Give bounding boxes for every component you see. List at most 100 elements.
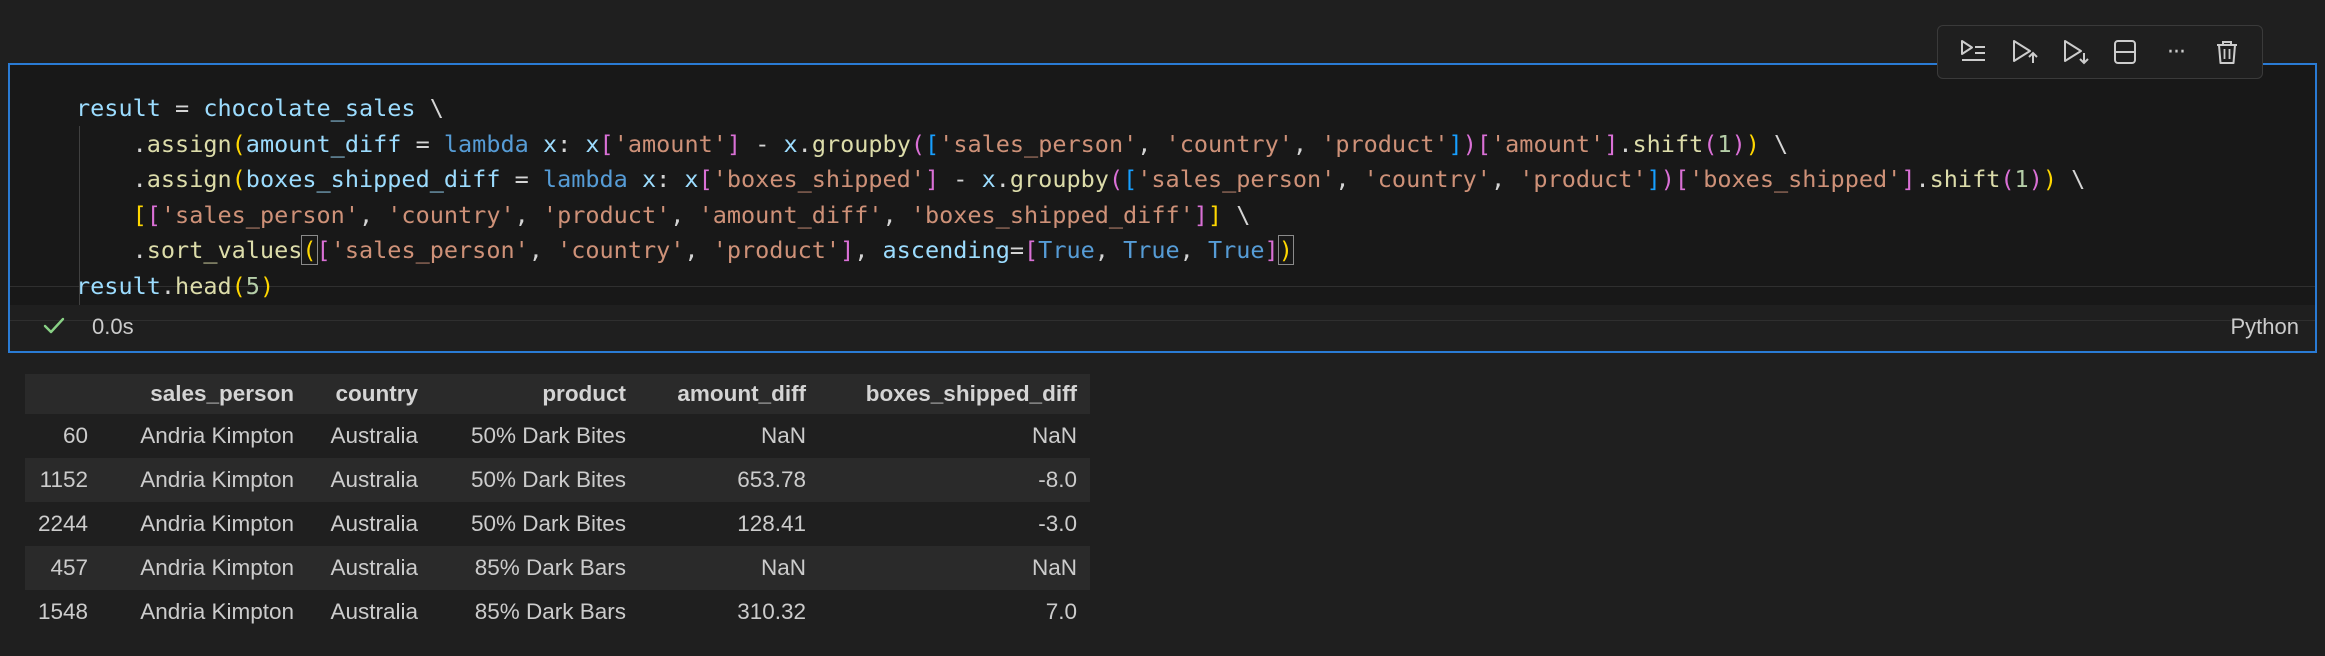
row-index: 1548: [38, 599, 89, 624]
code-line[interactable]: .assign(amount_diff = lambda x: x['amoun…: [76, 127, 2085, 163]
code-token: ,: [1490, 165, 1520, 193]
code-token: ]: [1901, 165, 1916, 193]
table-row: 457 Andria Kimpton Australia 85% Dark Bars N…: [25, 546, 1091, 590]
run-by-line-icon: [1961, 40, 1986, 61]
code-token: 'boxes_shipped': [712, 165, 925, 193]
execute-above-icon: [2012, 40, 2038, 63]
code-token: ,: [670, 200, 699, 229]
code-token: ): [2028, 165, 2043, 193]
code-token: ,: [1335, 165, 1364, 193]
code-token: ): [1660, 165, 1675, 193]
code-token: [: [599, 129, 614, 158]
table-cell: Andria Kimpton: [101, 546, 308, 590]
success-check-icon: [43, 317, 65, 334]
execute-below-button[interactable]: [2053, 30, 2097, 74]
code-token: (: [231, 129, 246, 158]
code-line[interactable]: .sort_values(['sales_person', 'country',…: [76, 233, 2085, 269]
code-token: ]: [1264, 236, 1279, 264]
code-token: \: [1759, 129, 1789, 158]
execution-time: 0.0s: [92, 314, 134, 339]
code-token: ]: [1193, 200, 1208, 229]
code-token: 'product': [1519, 165, 1647, 193]
table-row: 60 Andria Kimpton Australia 50% Dark Bites N…: [25, 414, 1090, 458]
code-token: ): [1745, 129, 1760, 158]
code-token: 'sales_person': [1137, 165, 1336, 193]
code-token: 'product': [712, 236, 841, 264]
run-by-line-button[interactable]: [1951, 30, 1995, 74]
code-token: ): [1731, 129, 1746, 158]
code-token: lambda: [443, 129, 529, 158]
code-token: ascending: [882, 236, 1010, 264]
table-cell: NaN: [1032, 423, 1078, 448]
split-cell-button[interactable]: [2103, 30, 2147, 74]
code-token: .: [76, 165, 147, 193]
code-token: .: [76, 236, 147, 264]
column-header: product: [431, 374, 640, 414]
table-cell: NaN: [639, 546, 820, 590]
table-row: 1548 Andria Kimpton Australia 85% Dark Bars…: [25, 590, 1090, 634]
code-line[interactable]: result.head(5): [76, 269, 2085, 305]
code-line[interactable]: result = chocolate_sales \: [76, 91, 2085, 127]
table-cell: Australia: [307, 458, 432, 502]
table-cell: 128.41: [737, 511, 807, 536]
code-token: boxes_shipped_diff: [245, 165, 501, 193]
code-token: [: [1674, 165, 1690, 193]
code-token: sort_values: [146, 236, 303, 264]
code-token: (: [231, 271, 246, 300]
row-index: 2244: [38, 511, 89, 536]
code-token: shift: [1632, 129, 1704, 158]
code-token: 'sales_person': [939, 129, 1138, 158]
more-actions-button[interactable]: ···: [2154, 30, 2198, 74]
code-line[interactable]: [['sales_person', 'country', 'product', …: [76, 198, 2085, 234]
cell-language-picker[interactable]: Python: [2231, 314, 2300, 340]
code-token: (: [1703, 129, 1718, 158]
code-token: =: [401, 129, 444, 158]
code-token: ,: [514, 200, 543, 229]
delete-cell-button[interactable]: [2205, 30, 2249, 74]
code-token: .: [160, 271, 176, 300]
code-token: ]: [1207, 200, 1223, 229]
code-token: 'boxes_shipped': [1689, 165, 1902, 193]
code-token: x: [783, 129, 798, 158]
code-token: [: [316, 236, 331, 264]
code-token: chocolate_sales: [203, 94, 416, 122]
code-token: x: [981, 165, 996, 193]
code-cell[interactable]: result = chocolate_sales \ .assign(amoun…: [8, 63, 2317, 353]
code-token: ): [1277, 235, 1294, 265]
code-token: :: [557, 129, 586, 158]
code-token: =: [160, 94, 204, 122]
table-cell: Andria Kimpton: [140, 511, 295, 536]
table-cell: NaN: [819, 546, 1091, 590]
code-token: ]: [726, 129, 742, 158]
code-token: ]: [1448, 129, 1463, 158]
table-cell: NaN: [761, 423, 807, 448]
code-token: ,: [528, 236, 558, 264]
code-token: ,: [358, 200, 388, 229]
code-token: =: [500, 165, 543, 193]
execute-above-button[interactable]: [2002, 30, 2046, 74]
code-editor[interactable]: result = chocolate_sales \ .assign(amoun…: [10, 65, 2315, 321]
code-line[interactable]: .assign(boxes_shipped_diff = lambda x: x…: [76, 162, 2086, 198]
code-content[interactable]: result = chocolate_sales \ .assign(amoun…: [76, 91, 2085, 304]
code-token: ]: [840, 236, 855, 264]
code-token: [: [1024, 236, 1039, 264]
code-token: (: [2000, 165, 2015, 193]
code-token: ]: [1604, 129, 1619, 158]
table-cell: -8.0: [819, 458, 1091, 502]
table-cell: Andria Kimpton: [140, 423, 295, 448]
table-cell: Andria Kimpton: [101, 458, 308, 502]
table-row: 1152 Andria Kimpton Australia 50% Dark Bite…: [25, 458, 1091, 502]
code-token: groupby: [811, 129, 911, 158]
column-header: country: [307, 374, 432, 414]
code-token: ,: [1292, 129, 1322, 158]
code-token: ,: [882, 200, 911, 229]
code-token: amount_diff: [245, 129, 402, 158]
code-token: -: [939, 165, 982, 193]
code-token: x: [585, 129, 600, 158]
index-header: [25, 374, 102, 414]
code-token: :: [656, 165, 685, 193]
table-cell: 310.32: [737, 599, 807, 624]
